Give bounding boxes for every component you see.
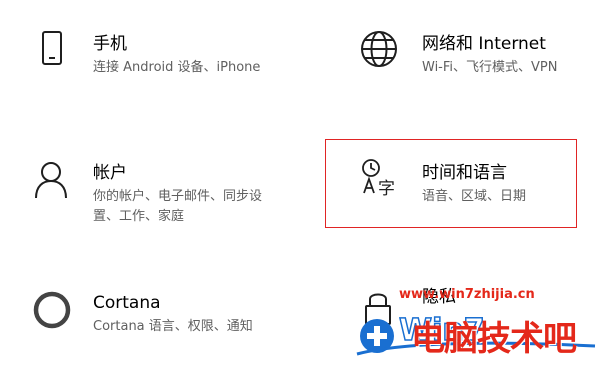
tile-cortana-title: Cortana <box>93 293 161 313</box>
tile-network-internet[interactable]: 网络和 Internet Wi-Fi、飞行模式、VPN <box>340 20 590 100</box>
person-icon <box>31 160 71 200</box>
tile-time-language[interactable]: 字 时间和语言 语音、区域、日期 <box>340 150 575 220</box>
tile-cortana[interactable]: Cortana Cortana 语言、权限、通知 <box>20 280 310 350</box>
svg-text:字: 字 <box>378 179 395 197</box>
tile-phone-desc: 连接 Android 设备、iPhone <box>93 60 261 75</box>
watermark-brand: 电脑技术吧 <box>411 319 577 359</box>
tile-network-desc: Wi-Fi、飞行模式、VPN <box>422 60 558 75</box>
tile-time-language-title: 时间和语言 <box>422 163 507 183</box>
tile-accounts-desc-line2: 置、工作、家庭 <box>93 209 185 224</box>
phone-icon <box>32 28 72 68</box>
tile-cortana-desc: Cortana 语言、权限、通知 <box>93 319 253 334</box>
tile-accounts[interactable]: 帐户 你的帐户、电子邮件、同步设 置、工作、家庭 <box>20 150 310 240</box>
tile-phone-title: 手机 <box>93 34 127 54</box>
tile-accounts-title: 帐户 <box>93 163 127 183</box>
tile-network-title: 网络和 Internet <box>422 34 546 54</box>
tile-phone[interactable]: 手机 连接 Android 设备、iPhone <box>20 20 310 100</box>
tile-accounts-desc-line1: 你的帐户、电子邮件、同步设 <box>93 189 263 204</box>
tile-time-language-desc: 语音、区域、日期 <box>422 189 527 204</box>
globe-icon <box>359 29 399 69</box>
watermark-url: www.win7zhijia.cn <box>399 287 535 302</box>
time-language-icon: 字 <box>358 157 398 197</box>
cortana-icon <box>32 290 72 330</box>
